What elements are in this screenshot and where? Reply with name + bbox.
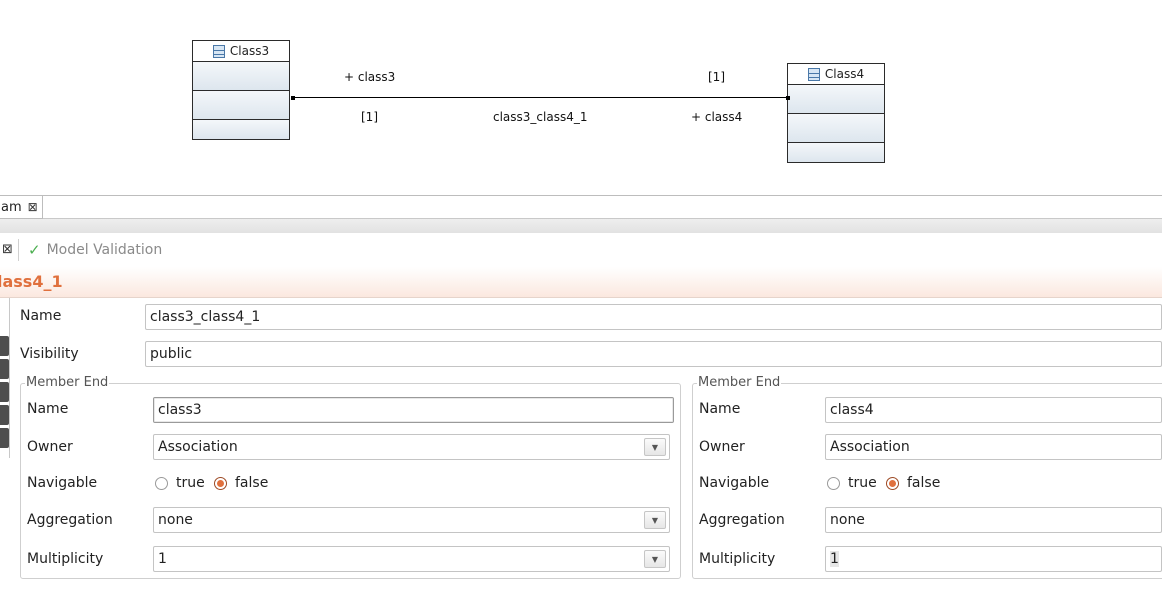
multiplicity-select[interactable]: 1 bbox=[825, 546, 1162, 572]
navigable-false-radio[interactable] bbox=[886, 477, 899, 490]
navigable-false-label[interactable]: false bbox=[235, 475, 268, 491]
navigable-false-radio[interactable] bbox=[214, 477, 227, 490]
end-right-role-label[interactable]: + class4 bbox=[691, 110, 742, 124]
views-tab-strip: ⊠ ✓ Model Validation bbox=[0, 233, 1162, 267]
attributes-compartment[interactable] bbox=[788, 85, 884, 114]
aggregation-value: none bbox=[830, 512, 865, 528]
properties-title-bar: lass4_1 bbox=[0, 267, 1162, 298]
category-tab[interactable] bbox=[0, 405, 9, 425]
sash-divider[interactable] bbox=[0, 219, 1162, 233]
member-end-name-label: Name bbox=[27, 401, 69, 417]
aggregation-select[interactable]: none ▼ bbox=[153, 507, 670, 533]
tab-model-validation[interactable]: ✓ Model Validation bbox=[28, 241, 162, 259]
multiplicity-select[interactable]: 1 ▼ bbox=[153, 546, 670, 572]
member-end-name-label: Name bbox=[699, 401, 741, 417]
class-name: Class3 bbox=[229, 44, 270, 58]
association-name-label[interactable]: class3_class4_1 bbox=[493, 110, 587, 124]
class-icon bbox=[807, 67, 820, 81]
owner-value: Association bbox=[158, 439, 238, 455]
tab-label: Model Validation bbox=[46, 242, 163, 258]
navigable-true-radio[interactable] bbox=[155, 477, 168, 490]
editor-tab-label: am bbox=[1, 199, 22, 215]
aggregation-value: none bbox=[158, 512, 193, 528]
category-tab[interactable] bbox=[0, 382, 9, 402]
multiplicity-label: Multiplicity bbox=[699, 551, 776, 567]
operations-compartment[interactable] bbox=[193, 91, 289, 120]
name-field[interactable]: class3_class4_1 bbox=[145, 304, 1162, 330]
group-title: Member End bbox=[697, 375, 782, 390]
owner-select[interactable]: Association ▼ bbox=[153, 434, 670, 460]
end-left-multiplicity-label[interactable]: [1] bbox=[361, 110, 378, 124]
class-header: Class3 bbox=[193, 41, 289, 62]
class-header: Class4 bbox=[788, 64, 884, 85]
navigable-label: Navigable bbox=[699, 475, 770, 491]
multiplicity-value: 1 bbox=[830, 551, 839, 567]
chevron-down-icon[interactable]: ▼ bbox=[644, 550, 666, 568]
navigable-false-label[interactable]: false bbox=[907, 475, 940, 491]
owner-value: Association bbox=[830, 439, 910, 455]
visibility-label: Visibility bbox=[20, 346, 79, 362]
chevron-down-icon[interactable]: ▼ bbox=[644, 511, 666, 529]
chevron-down-icon[interactable]: ▼ bbox=[644, 438, 666, 456]
uml-class-class3[interactable]: Class3 bbox=[192, 40, 290, 140]
class-icon bbox=[212, 44, 225, 58]
multiplicity-label: Multiplicity bbox=[27, 551, 104, 567]
nested-compartment[interactable] bbox=[193, 120, 289, 139]
nested-compartment[interactable] bbox=[788, 143, 884, 162]
navigable-true-label[interactable]: true bbox=[176, 475, 205, 491]
page-title: lass4_1 bbox=[0, 272, 63, 291]
visibility-field[interactable]: public bbox=[145, 341, 1162, 367]
diagram-canvas[interactable]: Class3 Class4 + class3 [1] class3_class4… bbox=[0, 0, 1162, 195]
operations-compartment[interactable] bbox=[788, 114, 884, 143]
navigable-label: Navigable bbox=[27, 475, 98, 491]
editor-tab-diagram[interactable]: am ⊠ bbox=[0, 195, 43, 219]
category-tab[interactable] bbox=[0, 336, 9, 356]
association-handle-right[interactable] bbox=[786, 96, 790, 100]
navigable-true-label[interactable]: true bbox=[848, 475, 877, 491]
multiplicity-value: 1 bbox=[158, 551, 167, 567]
category-tab[interactable] bbox=[0, 428, 9, 448]
end-right-multiplicity-label[interactable]: [1] bbox=[708, 70, 725, 84]
name-label: Name bbox=[20, 308, 62, 324]
group-title: Member End bbox=[25, 375, 110, 390]
member-end-name-field[interactable]: class3 bbox=[153, 397, 674, 423]
class-name: Class4 bbox=[824, 67, 865, 81]
owner-select[interactable]: Association bbox=[825, 434, 1162, 460]
association-line[interactable] bbox=[292, 97, 788, 98]
end-left-role-label[interactable]: + class3 bbox=[344, 70, 395, 84]
attributes-compartment[interactable] bbox=[193, 62, 289, 91]
aggregation-label: Aggregation bbox=[27, 512, 113, 528]
association-handle-left[interactable] bbox=[291, 96, 295, 100]
close-icon[interactable]: ⊠ bbox=[28, 200, 38, 214]
aggregation-select[interactable]: none bbox=[825, 507, 1162, 533]
member-end-name-field[interactable]: class4 bbox=[825, 397, 1162, 423]
properties-category-tabs bbox=[0, 298, 10, 616]
aggregation-label: Aggregation bbox=[699, 512, 785, 528]
close-icon[interactable]: ⊠ bbox=[2, 242, 13, 257]
check-icon: ✓ bbox=[28, 241, 41, 259]
tab-separator bbox=[18, 239, 19, 261]
editor-tab-strip: am ⊠ bbox=[0, 195, 1162, 219]
category-tab[interactable] bbox=[0, 359, 9, 379]
category-tabs-border bbox=[9, 298, 10, 458]
navigable-true-radio[interactable] bbox=[827, 477, 840, 490]
owner-label: Owner bbox=[699, 439, 745, 455]
uml-class-class4[interactable]: Class4 bbox=[787, 63, 885, 163]
owner-label: Owner bbox=[27, 439, 73, 455]
